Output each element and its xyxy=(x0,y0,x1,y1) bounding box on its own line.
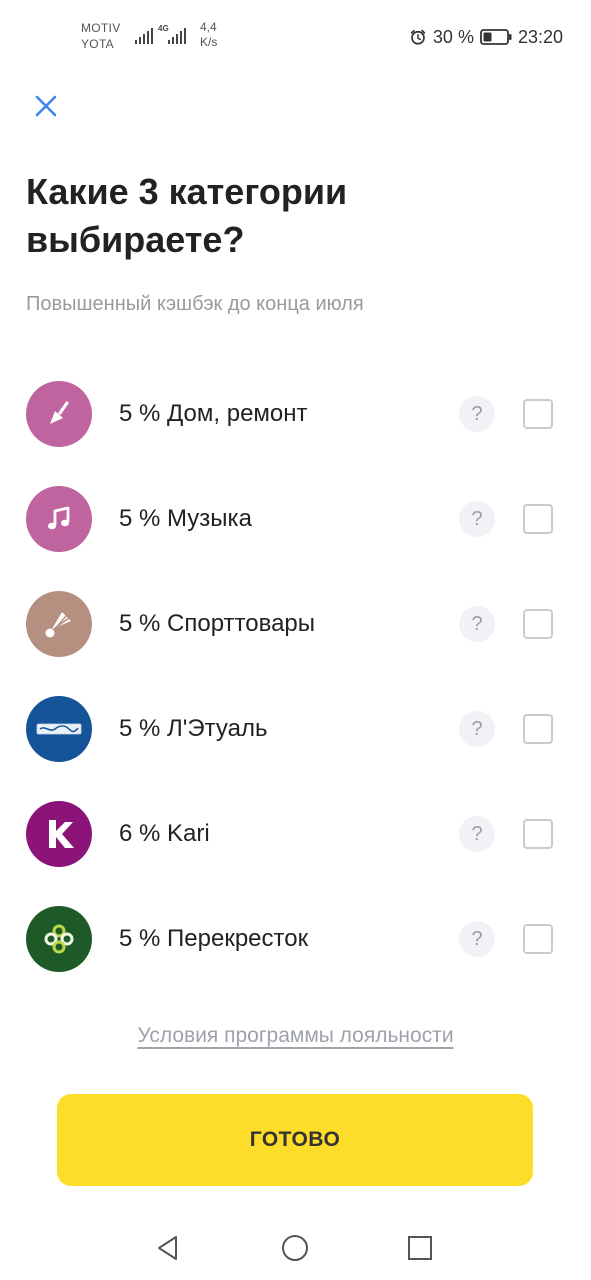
alarm-icon xyxy=(410,29,426,45)
category-item[interactable]: 5 % Спорттовары ? xyxy=(0,571,591,676)
category-checkbox[interactable] xyxy=(523,504,553,534)
category-label: 5 % Дом, ремонт xyxy=(119,400,308,427)
category-item[interactable]: 5 % Дом, ремонт ? xyxy=(0,361,591,466)
status-bar: MOTIV YOTA 4G 4,4 K/s 30 % 23:20 xyxy=(0,0,591,70)
page-title: Какие 3 категории выбираете? xyxy=(26,171,348,260)
help-button[interactable]: ? xyxy=(459,501,495,537)
category-item[interactable]: 6 % Kari ? xyxy=(0,781,591,886)
home-circle-icon xyxy=(282,1235,308,1261)
letual-logo xyxy=(26,696,92,762)
clock: 23:20 xyxy=(517,26,563,47)
network-speed: 4,4 K/s xyxy=(200,20,218,49)
back-triangle-icon xyxy=(158,1236,177,1260)
system-nav-bar xyxy=(0,1210,591,1280)
category-checkbox[interactable] xyxy=(523,819,553,849)
help-button[interactable]: ? xyxy=(459,606,495,642)
help-button[interactable]: ? xyxy=(459,396,495,432)
music-note-icon xyxy=(26,486,92,552)
loyalty-terms-link[interactable]: Условия программы лояльности xyxy=(0,1024,591,1048)
battery-icon xyxy=(480,29,512,45)
recent-square-icon xyxy=(408,1236,432,1260)
close-icon xyxy=(35,95,57,117)
home-button[interactable] xyxy=(277,1230,313,1266)
signal-strength-icon xyxy=(135,28,153,44)
category-checkbox[interactable] xyxy=(523,714,553,744)
category-label: 5 % Перекресток xyxy=(119,925,309,952)
perekrestok-logo xyxy=(26,906,92,972)
help-button[interactable]: ? xyxy=(459,921,495,957)
category-item[interactable]: 5 % Л'Этуаль ? xyxy=(0,676,591,781)
category-item[interactable]: 5 % Музыка ? xyxy=(0,466,591,571)
category-label: 5 % Л'Этуаль xyxy=(119,715,268,742)
category-checkbox[interactable] xyxy=(523,924,553,954)
help-button[interactable]: ? xyxy=(459,816,495,852)
recent-apps-button[interactable] xyxy=(402,1230,438,1266)
kari-logo xyxy=(26,801,92,867)
trowel-icon xyxy=(26,381,92,447)
page-subtitle: Повышенный кэшбэк до конца июля xyxy=(26,293,364,315)
back-button[interactable] xyxy=(150,1230,186,1266)
category-label: 5 % Музыка xyxy=(119,505,252,532)
signal-strength-icon xyxy=(168,28,186,44)
carrier-name: MOTIV YOTA xyxy=(81,21,121,51)
battery-percent: 30 % xyxy=(432,26,474,47)
shuttlecock-icon xyxy=(26,591,92,657)
help-button[interactable]: ? xyxy=(459,711,495,747)
category-list: 5 % Дом, ремонт ? 5 % Музыка ? 5 % Спорт… xyxy=(0,361,591,991)
close-button[interactable] xyxy=(26,86,66,126)
category-label: 5 % Спорттовары xyxy=(119,610,316,637)
done-button[interactable]: ГОТОВО xyxy=(57,1094,533,1186)
category-checkbox[interactable] xyxy=(523,609,553,639)
category-checkbox[interactable] xyxy=(523,399,553,429)
category-item[interactable]: 5 % Перекресток ? xyxy=(0,886,591,991)
category-label: 6 % Kari xyxy=(119,820,210,847)
status-right: 30 % 23:20 xyxy=(409,26,563,48)
